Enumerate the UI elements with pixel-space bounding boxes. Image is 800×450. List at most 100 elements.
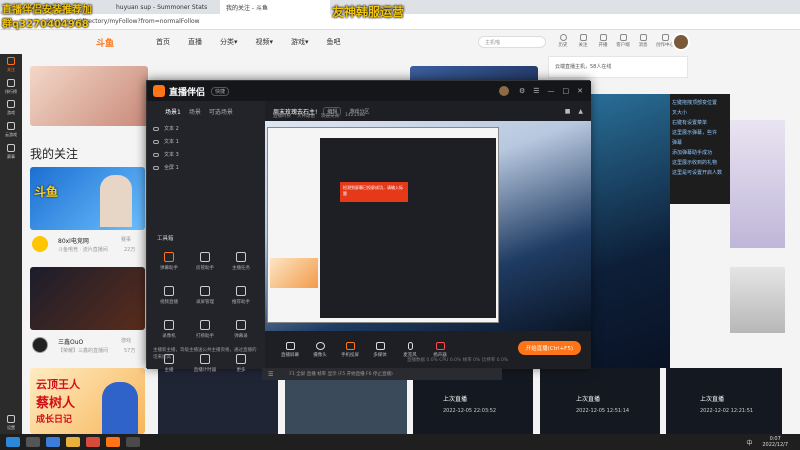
start-live-button[interactable]: 开始直播(Ctrl+F5) — [517, 341, 581, 355]
start-icon[interactable] — [6, 437, 20, 447]
maximize-icon[interactable]: □ — [563, 87, 570, 95]
settings-icon[interactable]: ⚙ — [519, 87, 525, 95]
tool-danmu[interactable]: 弹幕助手 — [151, 244, 187, 278]
app-badge[interactable]: 快捷 — [211, 86, 230, 96]
stream-preview[interactable]: 检测到屏幕已投屏成功，请输入标题 — [265, 121, 591, 331]
tool-record[interactable]: 录屏管理 — [187, 278, 223, 312]
close-icon[interactable]: ✕ — [577, 87, 583, 95]
channel-avatar[interactable] — [32, 337, 48, 353]
stream-thumbnail[interactable] — [730, 120, 785, 248]
user-avatar[interactable] — [672, 33, 690, 51]
scene-tab[interactable]: 场景1 — [165, 107, 181, 116]
layer-item[interactable]: 文本 1 — [147, 135, 265, 148]
channel-name[interactable]: 80xl电竞网 — [58, 236, 89, 245]
scene-tab[interactable]: 可选场景 — [209, 107, 233, 116]
layer-item[interactable]: 文本 3 — [147, 148, 265, 161]
eye-icon[interactable] — [153, 165, 159, 170]
browser-tab-active[interactable]: 我的关注 - 斗鱼 — [220, 0, 330, 14]
rail-settings[interactable]: 设置 — [0, 412, 22, 434]
lock-icon[interactable]: ■ — [565, 108, 571, 115]
rail-cloud[interactable]: 云游戏 — [0, 119, 22, 141]
chrome-icon[interactable] — [86, 437, 100, 447]
video-thumbnail[interactable]: 上次直播 2022-12-02 12:21:51 — [666, 368, 782, 434]
menu-icon[interactable]: ☰ — [533, 87, 539, 95]
site-search-input[interactable]: 主机喵 — [478, 36, 546, 48]
channel-tag: 赛事 — [121, 237, 132, 243]
douyu-logo[interactable]: 斗鱼 — [96, 36, 114, 49]
chat-line: 添加弹幕助手成功 — [672, 150, 713, 156]
nav-fishbar[interactable]: 鱼吧 — [327, 37, 341, 47]
notice-dropdown[interactable]: 云端直播主机，58人在线 — [548, 56, 688, 78]
share-icon[interactable]: ▲ — [578, 108, 583, 115]
replay-label: 上次直播 — [576, 396, 601, 403]
browser-tab[interactable]: huyuan sup - Summoner Stats — [110, 0, 220, 14]
input-lang[interactable]: 中 — [746, 438, 752, 447]
heart-icon — [7, 56, 15, 65]
mic-button[interactable]: 麦克风 — [395, 342, 425, 358]
promo-banner[interactable]: 云顶王人 蔡树人 成长日记 — [30, 368, 145, 434]
phone-cast-button[interactable]: 手机投屏 — [335, 342, 365, 358]
video-thumbnail[interactable]: 上次直播 2022-12-05 12:51:14 — [540, 368, 660, 434]
rail-rank[interactable]: 排行榜 — [0, 76, 22, 98]
nav-live[interactable]: 直播 — [188, 37, 202, 47]
tool-label: 录屏管理 — [196, 299, 214, 305]
client-icon[interactable]: 客户端 — [613, 34, 633, 48]
broadcast-icon[interactable]: 开播 — [593, 34, 613, 48]
channel-avatar[interactable] — [32, 236, 48, 252]
game-icon — [7, 100, 15, 109]
clock[interactable]: 0:07 2022/12/7 — [762, 436, 788, 448]
companion-taskbar-icon[interactable] — [106, 437, 120, 447]
app-notice: 主播新主播，等级主播送公共主播资格，通过直播的话来提高 — [153, 348, 257, 360]
speaker-button[interactable]: 扬声器 — [425, 342, 455, 358]
stream-thumbnail[interactable] — [730, 267, 785, 333]
tool-video[interactable]: 视频直播 — [151, 278, 187, 312]
folder-icon[interactable] — [66, 437, 80, 447]
status-line: 直播数据 0.0% CPU 0.0% 帧率 0% 比特率 0.0% — [407, 358, 509, 363]
channel-name[interactable]: 三鑫OuO — [58, 337, 83, 346]
history-icon[interactable]: 历史 — [553, 34, 573, 48]
minimize-icon[interactable]: — — [548, 87, 555, 95]
stream-thumbnail[interactable] — [30, 267, 145, 330]
eye-icon[interactable] — [153, 152, 159, 157]
eye-icon[interactable] — [153, 139, 159, 144]
nav-game[interactable]: 游戏▾ — [291, 37, 309, 47]
stream-thumbnail[interactable]: 斗鱼 — [30, 167, 145, 230]
eye-icon[interactable] — [153, 126, 159, 131]
list-icon[interactable]: ☰ — [268, 371, 273, 378]
video-date: 2022-12-05 22:03:52 — [443, 408, 497, 414]
rail-follow[interactable]: 关注 — [0, 54, 22, 76]
nav-category[interactable]: 分类▾ — [220, 37, 238, 47]
rail-esports[interactable]: 赛事 — [0, 141, 22, 163]
layer-item[interactable]: 全屏 1 — [147, 161, 265, 174]
tool-danmu-log[interactable]: 弹幕录 — [223, 312, 259, 346]
rail-game[interactable]: 游戏 — [0, 97, 22, 119]
media-button[interactable]: 多媒体 — [365, 342, 395, 358]
tool-tasks[interactable]: 主播任务 — [223, 244, 259, 278]
edge-icon[interactable] — [46, 437, 60, 447]
icon-label: 客户端 — [616, 43, 630, 48]
chat-line: 这里是可设置开启人数 — [672, 170, 723, 176]
tool-recorder[interactable]: 录像机 — [151, 312, 187, 346]
tool-rank[interactable]: 打榜助手 — [187, 312, 223, 346]
channel-sub: 【荣耀】三鑫的直播间 — [58, 348, 109, 354]
app-avatar[interactable] — [498, 86, 509, 96]
nav-home[interactable]: 首页 — [156, 37, 170, 47]
banner-line1: 云顶王人 — [36, 378, 80, 391]
streamer-portrait — [102, 382, 138, 434]
scene-tab[interactable]: 场景 — [189, 107, 201, 116]
tool-room-admin[interactable]: 房管助手 — [187, 244, 223, 278]
follow-icon[interactable]: 关注 — [573, 34, 593, 48]
screen-button[interactable]: 直播屏幕 — [275, 342, 305, 358]
message-icon[interactable]: 消息 — [633, 34, 653, 48]
camera-button[interactable]: 摄像头 — [305, 342, 335, 358]
search-icon[interactable] — [26, 437, 40, 447]
stat: 大神敲击 — [297, 114, 315, 119]
layer-item[interactable]: 文本 2 — [147, 122, 265, 135]
app-logo-icon — [153, 85, 165, 97]
qq-watermark-2: 群q3270404968 — [2, 19, 89, 30]
tool-recommend[interactable]: 推荐助手 — [223, 278, 259, 312]
nav-video[interactable]: 视频▾ — [256, 37, 274, 47]
bt-label: 摄像头 — [313, 353, 327, 358]
app-taskbar-icon[interactable] — [126, 437, 140, 447]
banner-card[interactable] — [30, 66, 148, 126]
